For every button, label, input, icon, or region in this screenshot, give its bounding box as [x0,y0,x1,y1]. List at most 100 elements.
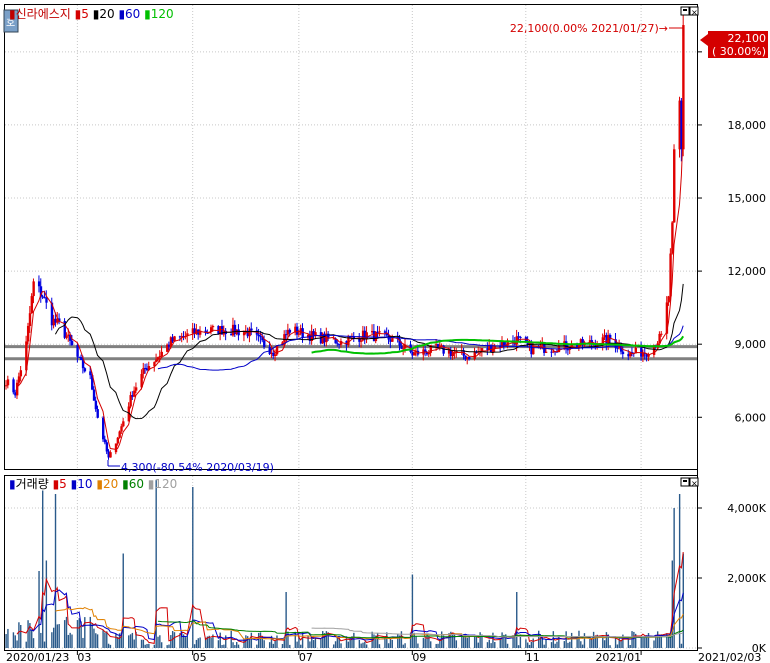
volume-title: 거래량 [16,477,49,491]
candle-body [156,357,160,360]
volume-bar [422,637,425,648]
volume-bar [38,571,40,648]
candle-body [383,331,387,333]
candle-body [45,297,48,303]
volume-bar [569,641,571,648]
volume-bar [334,641,337,648]
volume-bar [106,631,108,648]
candle-body [160,351,163,357]
minimize-icon [683,9,687,11]
volume-bar [63,620,66,648]
candle-body [12,379,15,393]
volume-bar [550,642,553,648]
volume-panel-buttons: × [680,477,699,488]
volume-bar [133,639,135,648]
x-tick-label: 03 [77,651,91,663]
volume-bar [455,640,458,648]
ma20-label: 20 [99,7,114,21]
volume-bar [67,634,70,648]
volume-bar [492,632,494,648]
volume-bar [656,631,659,648]
volume-bar [170,635,172,648]
volume-bar [296,641,298,648]
volume-bar [7,628,9,648]
volume-bar [490,643,492,648]
volume-bar [93,628,95,648]
candle-body [413,352,416,356]
stock-chart: 6,0009,00012,00015,00018,00021,0000K2,00… [3,4,768,663]
volume-bar [102,629,104,648]
volume-bar [616,644,619,648]
volume-bar [358,640,361,648]
volume-bar [223,644,225,648]
candle-body [473,351,476,360]
candle-body [621,351,625,355]
volume-bar [148,643,150,648]
volume-bar [633,631,635,648]
volume-bar [578,630,580,648]
volume-bar [193,644,196,648]
volume-bar [563,641,566,648]
vol-ma5-label: 5 [59,477,67,491]
candle-body [83,368,87,372]
volume-bar [365,644,368,648]
volume-bar [437,643,439,648]
volume-bar [300,644,302,648]
volume-bar [131,632,134,648]
volume-bar [362,642,364,648]
candle-body [19,370,23,377]
candle-body [297,333,301,335]
volume-bar [314,637,317,648]
volume-bar [25,641,27,648]
price-tick-label: 18,000 [728,119,767,132]
volume-bar [272,643,275,648]
volume-bar [644,637,646,648]
volume-bar [65,616,68,648]
volume-bar [678,494,681,648]
candle-body [374,331,378,342]
price-tick-label: 9,000 [735,338,767,351]
volume-bar [442,635,445,648]
volume-tick-label: 2,000K [727,572,766,585]
candle-body [211,326,215,328]
candle-body [103,439,107,443]
volume-bar [168,644,170,648]
ma60-label: 60 [125,7,140,21]
candle-body [94,400,98,410]
candle-body [263,340,266,347]
volume-bar [210,637,212,648]
candle-body [116,437,120,444]
volume-bar [160,642,163,648]
candle-body [365,332,368,340]
volume-bar [486,642,489,648]
volume-bar [558,635,560,648]
volume-bar [364,641,366,648]
volume-bar [525,639,527,648]
candle-body [6,379,10,386]
volume-bar [614,637,617,648]
volume-bar [140,639,143,648]
x-tick-label: 05 [193,651,207,663]
candle-body [468,356,471,360]
candle-body [360,340,363,342]
price-legend-text: ▮신라에스지 ▮5 ▮20 ▮60 ▮120 [9,7,174,21]
volume-bar [246,636,249,648]
volume-bar [475,636,478,648]
volume-bar [322,631,324,648]
volume-bar [52,627,55,648]
volume-bar [157,636,159,648]
volume-bar [360,643,362,648]
close-icon: × [691,8,698,17]
volume-bar [56,624,59,648]
volume-bar [404,643,406,648]
volume-bar [589,638,591,648]
x-tick-label: 2021/01 [595,651,641,663]
x-tick-label: 07 [299,651,313,663]
candle-body [134,387,138,391]
volume-bar [565,631,567,648]
volume-bar [347,641,350,648]
volume-bar [78,618,81,648]
volume-bar [543,644,545,648]
price-panel-buttons: × [680,6,699,17]
volume-bar [477,642,480,648]
